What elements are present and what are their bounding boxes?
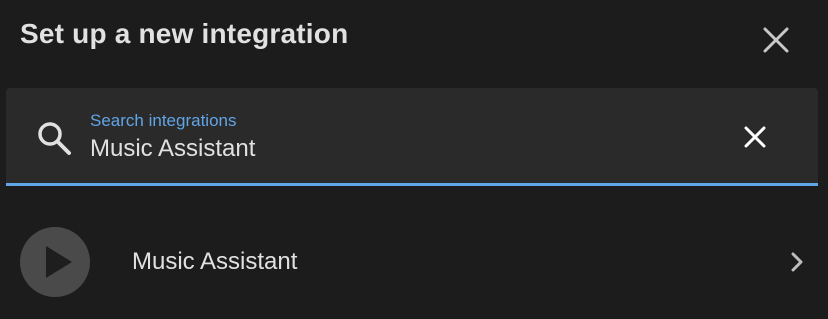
play-icon — [46, 246, 72, 278]
list-item-music-assistant[interactable]: Music Assistant — [0, 212, 828, 312]
integration-dialog: Set up a new integration Search integrat… — [0, 0, 828, 319]
close-button[interactable] — [756, 20, 796, 60]
close-icon — [763, 27, 789, 53]
search-label: Search integrations — [90, 111, 237, 130]
search-field[interactable]: Search integrations — [6, 88, 818, 186]
integration-name: Music Assistant — [132, 248, 298, 275]
chevron-right-icon — [791, 252, 803, 272]
integration-logo — [20, 227, 90, 297]
search-input[interactable] — [90, 133, 710, 165]
clear-search-button[interactable] — [736, 118, 774, 156]
clear-icon — [744, 126, 766, 148]
search-icon — [38, 122, 71, 155]
dialog-title: Set up a new integration — [20, 18, 349, 49]
